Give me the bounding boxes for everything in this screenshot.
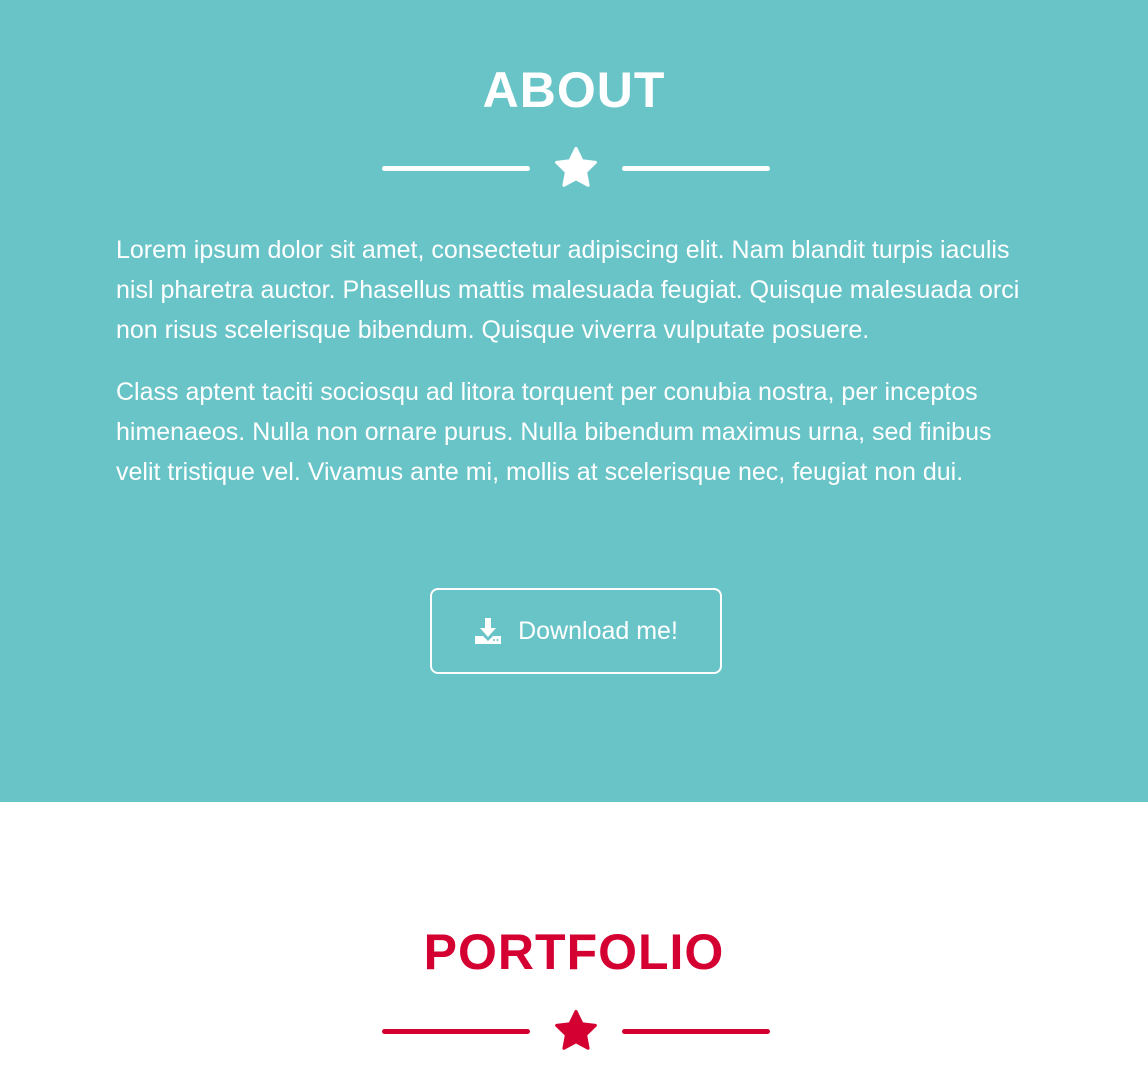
star-icon	[555, 146, 597, 187]
star-icon	[555, 1009, 597, 1050]
download-button-label: Download me!	[518, 616, 678, 645]
portfolio-section: PORTFOLIO	[0, 802, 1148, 1084]
download-button[interactable]: Download me!	[430, 588, 722, 674]
portfolio-divider	[382, 1008, 770, 1054]
about-divider	[382, 145, 770, 191]
about-paragraph-1: Lorem ipsum dolor sit amet, consectetur …	[116, 236, 1020, 344]
about-text: Lorem ipsum dolor sit amet, consectetur …	[116, 230, 1032, 514]
divider-line-left	[382, 1029, 530, 1034]
divider-line-right	[622, 166, 770, 171]
divider-line-left	[382, 166, 530, 171]
download-icon	[475, 618, 502, 644]
divider-line-right	[622, 1029, 770, 1034]
about-title: ABOUT	[482, 62, 666, 118]
about-paragraph-2: Class aptent taciti sociosqu ad litora t…	[116, 378, 992, 486]
about-section: ABOUT Lorem ipsum dolor sit amet, consec…	[0, 0, 1148, 802]
portfolio-title: PORTFOLIO	[423, 924, 725, 980]
